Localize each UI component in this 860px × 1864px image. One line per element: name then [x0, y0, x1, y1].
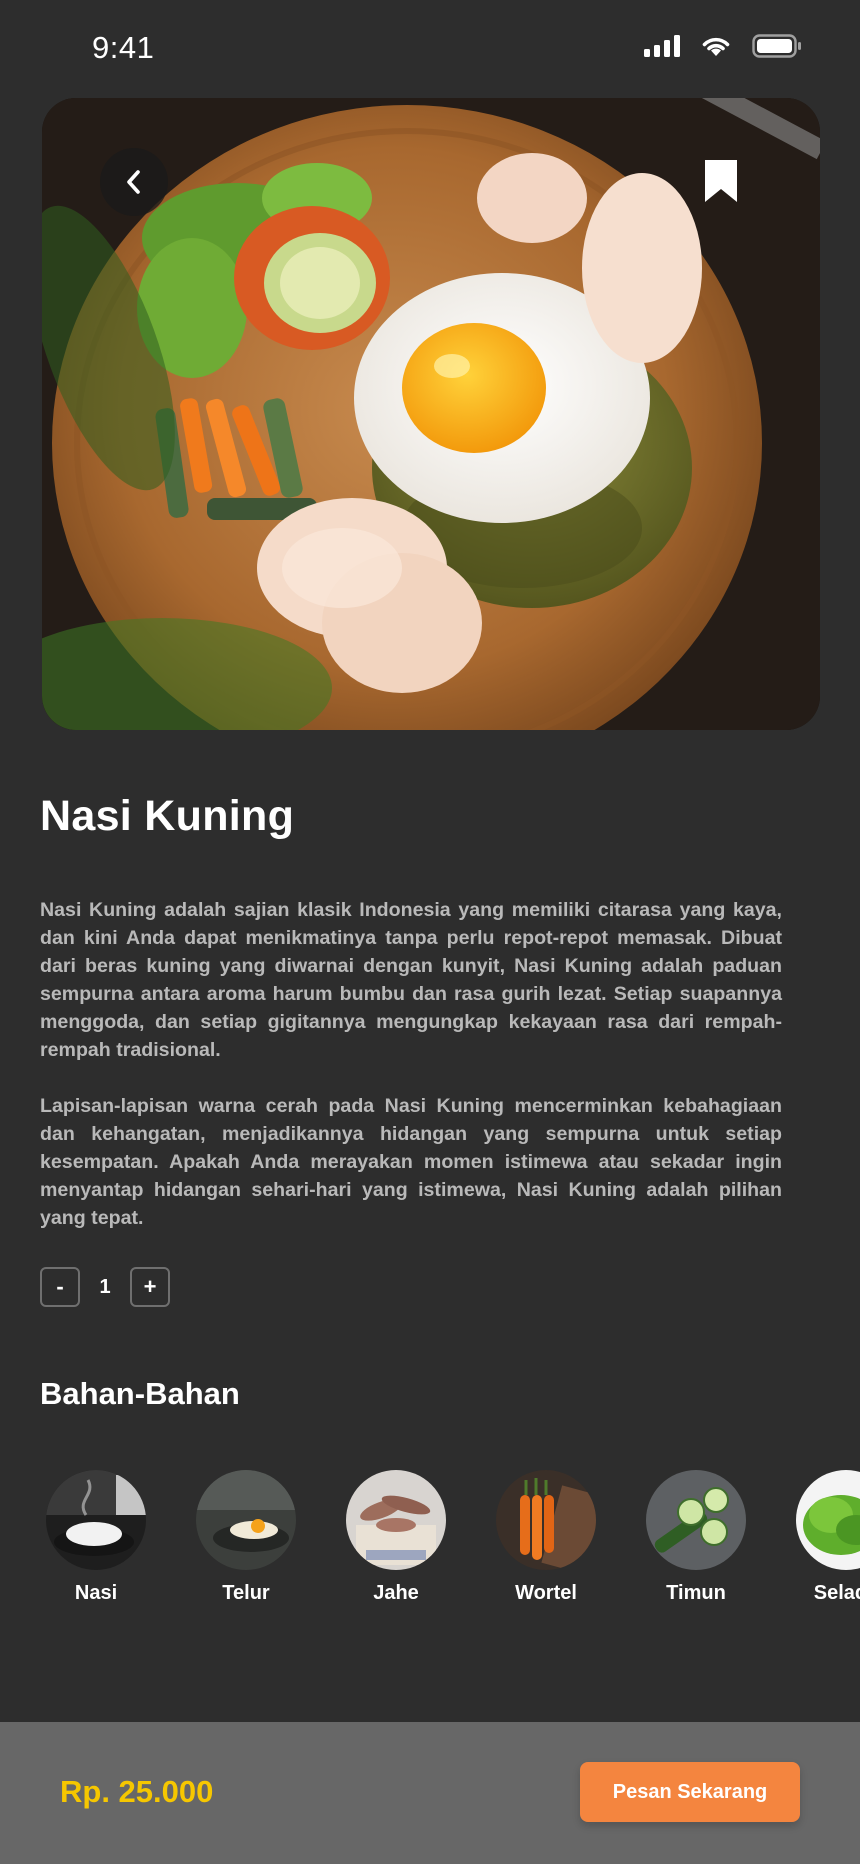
carrot-image: [496, 1470, 596, 1570]
price-label: Rp. 25.000: [60, 1774, 214, 1809]
bookmark-icon[interactable]: [702, 158, 740, 204]
cucumber-image: [646, 1470, 746, 1570]
rice-image: [46, 1470, 146, 1570]
battery-icon: [752, 34, 801, 58]
ingredient-label: Nasi: [74, 1582, 118, 1604]
dish-photo: [42, 98, 820, 730]
back-button[interactable]: [100, 148, 168, 216]
checkout-bar: Rp. 25.000 Pesan Sekarang: [0, 1722, 860, 1864]
description-paragraph: Nasi Kuning adalah sajian klasik Indones…: [40, 899, 782, 1061]
quantity-value: 1: [99, 1275, 111, 1298]
lettuce-image: [796, 1470, 860, 1570]
ingredient-item[interactable]: Telur: [196, 1470, 296, 1605]
dish-description: Nasi Kuning adalah sajian klasik Indones…: [40, 896, 782, 1232]
status-time: 9:41: [92, 30, 155, 65]
increase-button[interactable]: +: [130, 1267, 170, 1307]
ingredient-item[interactable]: Timun: [646, 1470, 746, 1605]
wifi-icon: [702, 37, 730, 56]
ingredient-label: Telur: [222, 1582, 270, 1604]
egg-image: [196, 1470, 296, 1570]
quantity-stepper: - 1 +: [40, 1267, 170, 1307]
ingredient-item[interactable]: Wortel: [496, 1470, 596, 1605]
back-chevron-icon: [127, 170, 140, 194]
ingredients-list: Nasi Telur Jahe Wortel Timun Sela: [46, 1470, 860, 1610]
ingredient-item[interactable]: Jahe: [346, 1470, 446, 1605]
ginger-image: [346, 1470, 446, 1570]
status-icons: [644, 34, 802, 58]
dish-title: Nasi Kuning: [40, 792, 295, 840]
ingredient-item[interactable]: Nasi: [46, 1470, 146, 1605]
status-bar: 9:41: [0, 0, 860, 96]
order-now-button[interactable]: Pesan Sekarang: [580, 1762, 800, 1822]
ingredient-label: Wortel: [515, 1582, 577, 1604]
ingredient-label: Jahe: [373, 1582, 419, 1604]
decrease-button[interactable]: -: [40, 1267, 80, 1307]
ingredients-title: Bahan-Bahan: [40, 1376, 240, 1411]
ingredient-label: Timun: [666, 1582, 726, 1604]
signal-icon: [644, 35, 680, 57]
ingredient-label: Selada: [813, 1582, 860, 1604]
ingredient-item[interactable]: Selada: [796, 1470, 860, 1605]
description-paragraph: Lapisan-lapisan warna cerah pada Nasi Ku…: [40, 1095, 782, 1229]
